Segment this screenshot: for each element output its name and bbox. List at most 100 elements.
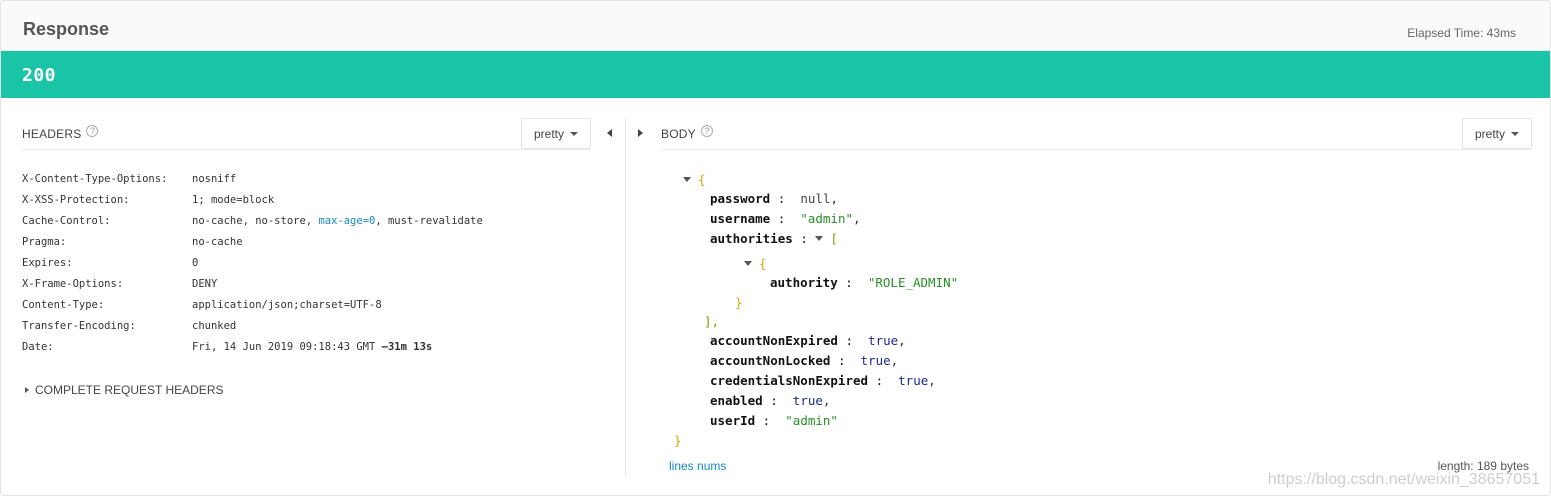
json-value: "ROLE_ADMIN" [867, 275, 959, 290]
header-name: X-Content-Type-Options: [22, 172, 168, 185]
header-row: Cache-Control: no-cache, no-store, max-a… [22, 210, 483, 231]
json-value: "admin" [800, 211, 854, 226]
headers-format-label: pretty [534, 126, 565, 141]
header-value: nosniff [192, 172, 237, 185]
complete-request-headers-toggle[interactable]: COMPLETE REQUEST HEADERS [25, 383, 223, 397]
json-value: "admin" [785, 413, 838, 428]
elapsed-time: Elapsed Time: 43ms [1407, 26, 1516, 40]
header-value: no-cache [192, 235, 243, 248]
json-line: username : "admin", [710, 211, 861, 226]
json-key: userId [710, 413, 756, 428]
collapse-toggle-icon[interactable] [683, 177, 691, 182]
json-key: authorities [710, 231, 793, 246]
header-value: application/json;charset=UTF-8 [192, 298, 382, 311]
json-line: password : null, [710, 191, 838, 206]
json-line: enabled : true, [710, 393, 831, 408]
header-row: X-Frame-Options: DENY [22, 273, 483, 294]
headers-table: X-Content-Type-Options: nosniff X-XSS-Pr… [22, 168, 483, 357]
json-value: true [898, 373, 929, 388]
header-value: DENY [192, 277, 218, 290]
header-name: X-Frame-Options: [22, 277, 124, 290]
header-value: chunked [192, 319, 237, 332]
response-panel: Response Elapsed Time: 43ms 200 HEADERS … [0, 0, 1551, 496]
json-line: authorities : [ [710, 231, 838, 246]
headers-divider [22, 149, 590, 150]
json-close-bracket: ], [704, 314, 720, 329]
json-value: true [792, 393, 823, 408]
header-value-highlight: max-age=0 [318, 214, 376, 227]
json-open-bracket: [ [830, 231, 838, 246]
json-close-brace: } [674, 433, 682, 448]
header-name: Transfer-Encoding: [22, 319, 136, 332]
json-line: accountNonExpired : true, [710, 333, 906, 348]
chevron-down-icon [570, 131, 579, 136]
json-line: { [683, 171, 706, 189]
status-code: 200 [22, 65, 57, 86]
response-title: Response [23, 19, 110, 39]
json-line: accountNonLocked : true, [710, 353, 899, 368]
json-line: ], [704, 313, 719, 331]
header-name: Pragma: [22, 235, 67, 248]
header-value: no-cache, no-store, max-age=0, must-reva… [192, 215, 483, 227]
json-key: accountNonLocked [710, 353, 831, 368]
json-key: password [710, 191, 771, 206]
header-value: Fri, 14 Jun 2019 09:18:43 GMT —31m 13s [192, 341, 432, 353]
header-value: 0 [192, 256, 199, 269]
json-value: true [868, 333, 899, 348]
header-row: Pragma: no-cache [22, 231, 483, 252]
json-line: authority : "ROLE_ADMIN" [770, 275, 959, 290]
header-name: Cache-Control: [22, 214, 111, 227]
json-line: { [744, 255, 767, 273]
json-value: null [800, 191, 831, 206]
watermark: https://blog.csdn.net/weixin_38657051 [1267, 471, 1540, 488]
json-open-brace: { [759, 256, 767, 271]
header-value: 1; mode=block [192, 193, 275, 206]
header-row: Expires: 0 [22, 252, 483, 273]
header-value-part: Fri, 14 Jun 2019 09:18:43 GMT [192, 340, 382, 353]
response-header: Response Elapsed Time: 43ms [1, 1, 1550, 51]
json-key: authority [770, 275, 838, 290]
collapse-right-icon[interactable] [638, 129, 643, 137]
json-line: userId : "admin" [710, 413, 838, 428]
headers-help-icon[interactable]: ? [86, 125, 99, 137]
status-bar: 200 [1, 51, 1550, 98]
header-row: X-Content-Type-Options: nosniff [22, 168, 483, 189]
json-key: enabled [710, 393, 763, 408]
body-help-icon[interactable]: ? [700, 125, 713, 137]
header-name: Content-Type: [22, 298, 105, 311]
json-line: credentialsNonExpired : true, [710, 373, 936, 388]
collapse-toggle-icon[interactable] [744, 261, 752, 266]
header-row: Content-Type: application/json;charset=U… [22, 294, 483, 315]
complete-request-headers-label: COMPLETE REQUEST HEADERS [35, 383, 224, 397]
header-row: Date: Fri, 14 Jun 2019 09:18:43 GMT —31m… [22, 336, 483, 357]
json-open-brace: { [698, 172, 706, 187]
collapse-toggle-icon[interactable] [815, 236, 824, 241]
body-divider [661, 149, 1531, 150]
header-value-relative-time: —31m 13s [381, 340, 433, 353]
header-name: X-XSS-Protection: [22, 193, 130, 206]
chevron-down-icon [1511, 131, 1520, 136]
json-key: username [710, 211, 771, 226]
body-label: BODY ? [661, 125, 713, 141]
header-value-part: , must-revalidate [375, 214, 483, 227]
json-key: credentialsNonExpired [710, 373, 869, 388]
headers-label: HEADERS ? [22, 125, 99, 141]
json-value: true [860, 353, 891, 368]
body-format-dropdown[interactable]: pretty [1462, 118, 1533, 149]
body-label-text: BODY [661, 127, 696, 141]
pane-divider[interactable] [625, 118, 626, 476]
headers-format-dropdown[interactable]: pretty [521, 118, 592, 149]
collapse-left-icon[interactable] [607, 129, 612, 137]
header-row: Transfer-Encoding: chunked [22, 315, 483, 336]
header-value-part: no-cache, no-store, [192, 214, 319, 227]
lines-nums-link[interactable]: lines nums [669, 459, 726, 473]
header-name: Expires: [22, 256, 73, 269]
json-close-brace: } [735, 295, 743, 310]
caret-right-icon [25, 387, 29, 393]
json-line: } [735, 294, 743, 312]
json-key: accountNonExpired [710, 333, 838, 348]
json-line: } [674, 432, 682, 450]
header-name: Date: [22, 340, 54, 353]
headers-label-text: HEADERS [22, 127, 82, 141]
body-format-label: pretty [1475, 126, 1506, 141]
